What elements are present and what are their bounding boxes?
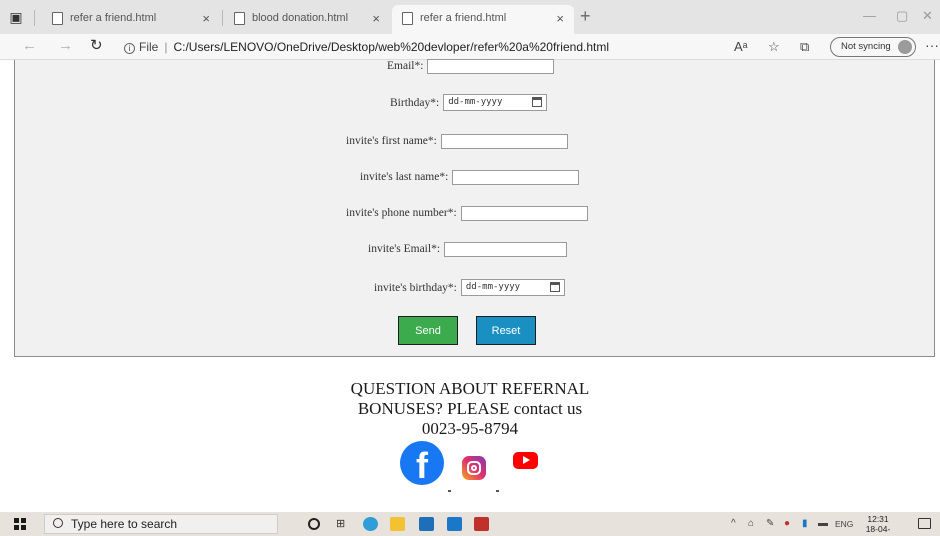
contact-phone: 0023-95-8794 <box>421 419 519 438</box>
reset-button[interactable]: Reset <box>476 316 536 345</box>
tab-title: refer a friend.html <box>420 12 507 24</box>
windows-taskbar: Type here to search ⊞ ^ ⌂ ✎ ● ▮ ▬ ENG 12… <box>0 512 940 536</box>
invite-birthday-row: invite's birthday*: dd-mm-yyyy <box>374 279 565 297</box>
invite-birthday-placeholder: dd-mm-yyyy <box>465 282 521 292</box>
facebook-icon[interactable]: f <box>400 441 444 485</box>
youtube-icon[interactable] <box>513 452 538 469</box>
show-hidden-icons[interactable]: ^ <box>731 518 736 530</box>
invite-first-name-row: invite's first name*: <box>346 133 568 151</box>
pen-icon[interactable]: ✎ <box>766 518 774 530</box>
url-divider: | <box>164 40 168 54</box>
email-row: Email*: <box>387 58 555 76</box>
calendar-icon[interactable] <box>549 282 560 292</box>
new-tab-button[interactable]: + <box>580 6 591 27</box>
back-icon[interactable]: ← <box>22 37 37 55</box>
birthday-label: Birthday*: <box>390 96 440 109</box>
invite-last-name-field[interactable] <box>452 169 580 185</box>
minimize-icon[interactable]: — <box>863 8 876 23</box>
url-field[interactable]: i File | C:/Users/LENOVO/OneDrive/Desktop/w… <box>124 37 609 57</box>
tab-refer-a-friend-1[interactable]: refer a friend.html × <box>42 5 220 34</box>
search-icon <box>53 518 63 528</box>
taskbar-search-placeholder: Type here to search <box>71 517 178 531</box>
page-icon <box>52 12 63 25</box>
read-aloud-icon[interactable]: Aᵃ <box>734 38 748 56</box>
invite-phone-field[interactable] <box>460 205 588 221</box>
taskbar-search-input[interactable]: Type here to search <box>44 514 278 534</box>
invite-email-label: invite's Email*: <box>368 243 441 255</box>
link-underline-mark <box>496 490 499 492</box>
browser-tab-strip: ▣ refer a friend.html × blood donation.h… <box>0 0 940 34</box>
invite-birthday-date-field[interactable]: dd-mm-yyyy <box>460 279 565 296</box>
tab-title: blood donation.html <box>252 12 349 24</box>
clock-time: 12:31 <box>867 514 889 524</box>
forward-icon[interactable]: → <box>58 37 73 55</box>
tab-refer-a-friend-active[interactable]: refer a friend.html × <box>392 5 574 34</box>
contact-line-2: BONUSES? PLEASE contact us <box>357 399 583 418</box>
birthday-row: Birthday*: dd-mm-yyyy <box>390 94 548 112</box>
invite-phone-label: invite's phone number*: <box>346 207 457 219</box>
invite-phone-row: invite's phone number*: <box>346 205 588 223</box>
notification-center-icon[interactable] <box>918 518 931 529</box>
sync-label: Not syncing <box>841 41 891 52</box>
volume-icon[interactable]: ▬ <box>818 518 828 530</box>
invite-email-field[interactable] <box>444 241 568 257</box>
close-window-icon[interactable]: ✕ <box>922 8 933 24</box>
favorites-icon[interactable]: ☆ <box>768 38 780 56</box>
page-icon <box>402 12 413 25</box>
cortana-icon[interactable] <box>308 518 320 530</box>
youtube-play-icon <box>523 456 530 464</box>
invite-last-name-label: invite's last name*: <box>360 171 449 183</box>
invite-first-name-label: invite's first name*: <box>346 135 437 147</box>
invite-last-name-row: invite's last name*: <box>360 169 580 187</box>
file-explorer-icon[interactable] <box>390 517 405 531</box>
more-menu-icon[interactable]: ··· <box>925 37 939 53</box>
email-label: Email*: <box>387 60 424 72</box>
language-indicator[interactable]: ENG <box>835 518 853 530</box>
close-tab-icon[interactable]: × <box>556 5 564 32</box>
sync-status-button[interactable]: Not syncing <box>830 37 916 57</box>
tab-title: refer a friend.html <box>70 12 157 24</box>
invite-email-row: invite's Email*: <box>368 241 568 259</box>
instagram-lens <box>471 465 477 471</box>
page-icon <box>234 12 245 25</box>
url-text: C:/Users/LENOVO/OneDrive/Desktop/web%20d… <box>173 40 609 54</box>
battery-icon[interactable]: ▮ <box>802 518 808 530</box>
email-field[interactable] <box>427 58 555 74</box>
birthday-date-field[interactable]: dd-mm-yyyy <box>443 94 548 111</box>
tab-separator <box>34 10 35 26</box>
store-icon[interactable] <box>447 517 462 531</box>
taskbar-clock[interactable]: 12:31 18-04-2021 <box>858 514 898 536</box>
network-icon[interactable]: ⌂ <box>748 518 754 530</box>
instagram-icon[interactable] <box>462 456 486 480</box>
windows-start-icon[interactable] <box>14 518 26 530</box>
security-icon[interactable]: ● <box>784 518 790 530</box>
clock-date: 18-04-2021 <box>865 524 891 536</box>
edge-browser-icon[interactable] <box>363 517 378 531</box>
contact-section: QUESTION ABOUT REFERNAL BONUSES? PLEASE … <box>300 379 640 439</box>
close-tab-icon[interactable]: × <box>372 5 380 32</box>
task-view-icon[interactable]: ⊞ <box>336 517 351 531</box>
invite-first-name-field[interactable] <box>440 133 568 149</box>
profile-avatar-icon <box>898 40 912 54</box>
close-tab-icon[interactable]: × <box>202 5 210 32</box>
send-button[interactable]: Send <box>398 316 458 345</box>
birthday-placeholder: dd-mm-yyyy <box>448 97 503 107</box>
reload-icon[interactable]: ↻ <box>90 37 103 55</box>
tab-actions-icon[interactable]: ▣ <box>8 9 24 25</box>
mcafee-icon[interactable] <box>474 517 489 531</box>
link-underline-mark <box>448 490 451 492</box>
tab-blood-donation[interactable]: blood donation.html × <box>224 5 390 34</box>
invite-birthday-label: invite's birthday*: <box>374 281 457 294</box>
refer-a-friend-form: Email*: Birthday*: dd-mm-yyyy invite's fi… <box>14 58 935 357</box>
calendar-icon[interactable] <box>532 97 543 107</box>
url-scheme: File <box>139 40 159 54</box>
tab-separator <box>222 10 223 26</box>
collections-icon[interactable]: ⧉ <box>800 38 809 56</box>
info-icon[interactable]: i <box>124 43 135 54</box>
address-bar: ← → ↻ i File | C:/Users/LENOVO/OneDrive/Des… <box>0 34 940 60</box>
contact-line-1: QUESTION ABOUT REFERNAL <box>350 379 590 398</box>
mail-icon[interactable] <box>419 517 434 531</box>
restore-icon[interactable]: ▢ <box>896 8 908 24</box>
